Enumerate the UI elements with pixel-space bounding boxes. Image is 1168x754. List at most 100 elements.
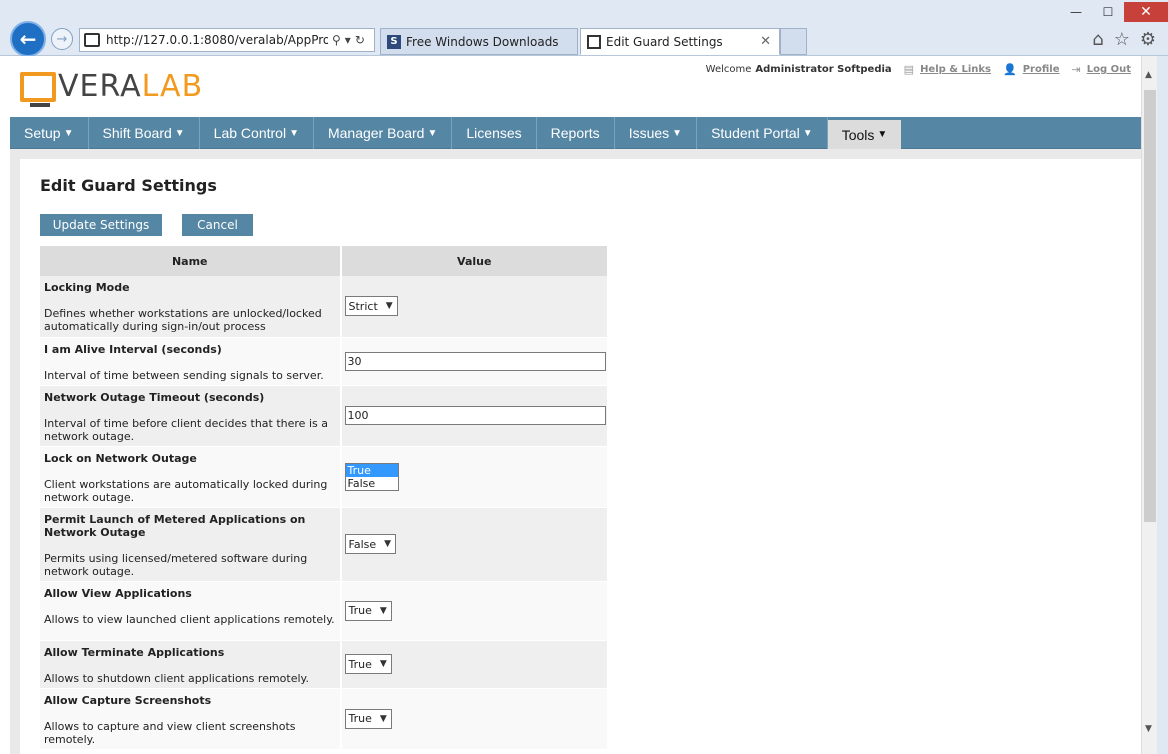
table-row: Allow Capture Screenshots Allows to captu… (40, 688, 610, 750)
settings-gear-icon[interactable]: ⚙ (1140, 29, 1156, 50)
monitor-favicon-icon (587, 34, 601, 49)
monitor-icon (84, 33, 100, 47)
veralab-logo[interactable]: VERA LAB (20, 69, 203, 107)
caret-down-icon: ▼ (289, 127, 299, 139)
tab-label: Edit Guard Settings (606, 34, 723, 49)
outage-timeout-input[interactable]: 100 (344, 406, 606, 425)
setting-name: Allow View Applications (44, 586, 192, 600)
menu-label: Setup (24, 125, 61, 141)
select-value: False (348, 537, 377, 551)
menu-student-portal[interactable]: Student Portal ▼ (697, 117, 828, 149)
setting-name: Permit Launch of Metered Applications on… (44, 512, 306, 539)
web-page: VERA LAB Welcome Administrator Softpedia … (10, 56, 1141, 754)
scroll-up-icon[interactable]: ▲ (1145, 70, 1152, 80)
update-settings-button[interactable]: Update Settings (40, 214, 162, 236)
chevron-down-icon: ▼ (379, 605, 387, 616)
cancel-button[interactable]: Cancel (182, 214, 253, 236)
monitor-logo-icon (20, 71, 56, 107)
caret-down-icon: ▼ (672, 127, 683, 139)
caret-down-icon: ▼ (427, 127, 438, 139)
logout-link[interactable]: Log Out (1087, 64, 1131, 75)
home-icon[interactable]: ⌂ (1092, 29, 1103, 50)
arrow-left-icon: ← (19, 27, 37, 51)
table-row: Allow View Applications Allows to view la… (40, 581, 610, 641)
metered-apps-select[interactable]: False ▼ (344, 534, 397, 554)
lock-on-outage-listbox[interactable]: True False (344, 462, 399, 491)
terminate-apps-select[interactable]: True ▼ (344, 654, 392, 674)
setting-description: Allows to view launched client applicati… (44, 612, 335, 626)
logout-icon: ⇥ (1071, 63, 1081, 76)
favorites-star-icon[interactable]: ☆ (1114, 29, 1130, 50)
softpedia-favicon-icon: S (387, 34, 401, 49)
help-links-link[interactable]: Help & Links (920, 64, 991, 75)
setting-name: Network Outage Timeout (seconds) (44, 390, 265, 404)
menu-shift-board[interactable]: Shift Board ▼ (89, 117, 200, 149)
table-row: Allow Terminate Applications Allows to sh… (40, 640, 610, 689)
refresh-icon[interactable]: ↻ (355, 33, 365, 47)
main-menu: Setup ▼ Shift Board ▼ Lab Control ▼ Manager… (10, 117, 1141, 149)
new-tab-button[interactable] (780, 28, 807, 55)
arrow-right-icon: → (56, 31, 68, 47)
dropdown-icon[interactable]: ▾ (345, 33, 351, 47)
setting-description: Permits using licensed/metered software … (44, 551, 308, 578)
scrollbar-thumb[interactable] (1144, 90, 1156, 522)
setting-description: Allows to shutdown client applications r… (44, 671, 309, 685)
listbox-option-true[interactable]: True (345, 463, 398, 477)
help-icon: ▤ (903, 63, 915, 76)
settings-table: Name Value Locking Mode Defines whether w… (40, 246, 610, 750)
user-links: Welcome Administrator Softpedia ▤ Help &… (706, 63, 1131, 76)
menu-label: Shift Board (102, 125, 172, 141)
address-bar[interactable]: http://127.0.0.1:8080/veralab/AppPropert… (79, 28, 375, 52)
menu-label: Reports (550, 125, 600, 141)
minimize-button[interactable]: — (1060, 2, 1092, 22)
select-value: True (348, 712, 372, 725)
chevron-down-icon: ▼ (385, 301, 393, 312)
browser-chrome: — ☐ ✕ ← → http://127.0.0.1:8080/veralab/… (0, 0, 1168, 57)
locking-mode-select[interactable]: Strict ▼ (344, 296, 398, 317)
maximize-button[interactable]: ☐ (1092, 2, 1124, 22)
tab-label: Free Windows Downloads (406, 34, 559, 49)
tab-edit-guard-settings[interactable]: Edit Guard Settings ✕ (580, 28, 780, 55)
menu-label: Manager Board (327, 125, 425, 141)
listbox-option-false[interactable]: False (346, 477, 398, 490)
caret-down-icon: ▼ (802, 127, 813, 139)
url-text[interactable]: http://127.0.0.1:8080/veralab/AppPropert (106, 33, 328, 47)
menu-manager-board[interactable]: Manager Board ▼ (314, 117, 453, 149)
window-controls: — ☐ ✕ (1060, 2, 1168, 22)
menu-lab-control[interactable]: Lab Control ▼ (200, 117, 314, 149)
menu-label: Licenses (466, 125, 522, 141)
setting-description: Client workstations are automatically lo… (44, 477, 328, 504)
scroll-down-icon[interactable]: ▼ (1145, 724, 1152, 734)
table-row: I am Alive Interval (seconds) Interval of… (40, 337, 610, 386)
forward-button[interactable]: → (51, 28, 73, 50)
table-row: Permit Launch of Metered Applications on… (40, 507, 610, 582)
menu-setup[interactable]: Setup ▼ (10, 117, 89, 149)
menu-issues[interactable]: Issues ▼ (615, 117, 698, 149)
profile-icon: 👤 (1003, 63, 1017, 76)
caret-down-icon: ▼ (877, 129, 888, 140)
close-tab-icon[interactable]: ✕ (760, 34, 771, 49)
alive-interval-input[interactable]: 30 (344, 351, 606, 371)
view-apps-select[interactable]: True ▼ (344, 600, 392, 621)
tab-free-windows-downloads[interactable]: S Free Windows Downloads (380, 28, 578, 55)
close-button[interactable]: ✕ (1124, 2, 1168, 22)
column-header-value: Value (340, 246, 610, 276)
capture-screenshots-select[interactable]: True ▼ (344, 708, 392, 729)
toolbar-icons: ⌂ ☆ ⚙ (1092, 29, 1156, 50)
menu-tools[interactable]: Tools ▼ (827, 120, 902, 149)
window-frame (1157, 56, 1168, 754)
logo-text-vera: VERA (58, 69, 142, 104)
setting-name: Allow Capture Screenshots (44, 693, 212, 707)
profile-link[interactable]: Profile (1023, 64, 1060, 75)
menu-label: Student Portal (711, 125, 800, 141)
table-row: Locking Mode Defines whether workstations… (40, 276, 610, 338)
user-name: Administrator Softpedia (755, 64, 892, 75)
back-button[interactable]: ← (10, 21, 46, 57)
table-row: Lock on Network Outage Client workstation… (40, 446, 610, 508)
vertical-scrollbar[interactable]: ▲ ▼ (1141, 56, 1157, 754)
search-icon[interactable]: ⚲ (332, 33, 341, 47)
menu-reports[interactable]: Reports (537, 117, 615, 149)
menu-licenses[interactable]: Licenses (452, 117, 537, 149)
select-value: True (348, 657, 372, 671)
welcome-label: Welcome (705, 64, 752, 75)
